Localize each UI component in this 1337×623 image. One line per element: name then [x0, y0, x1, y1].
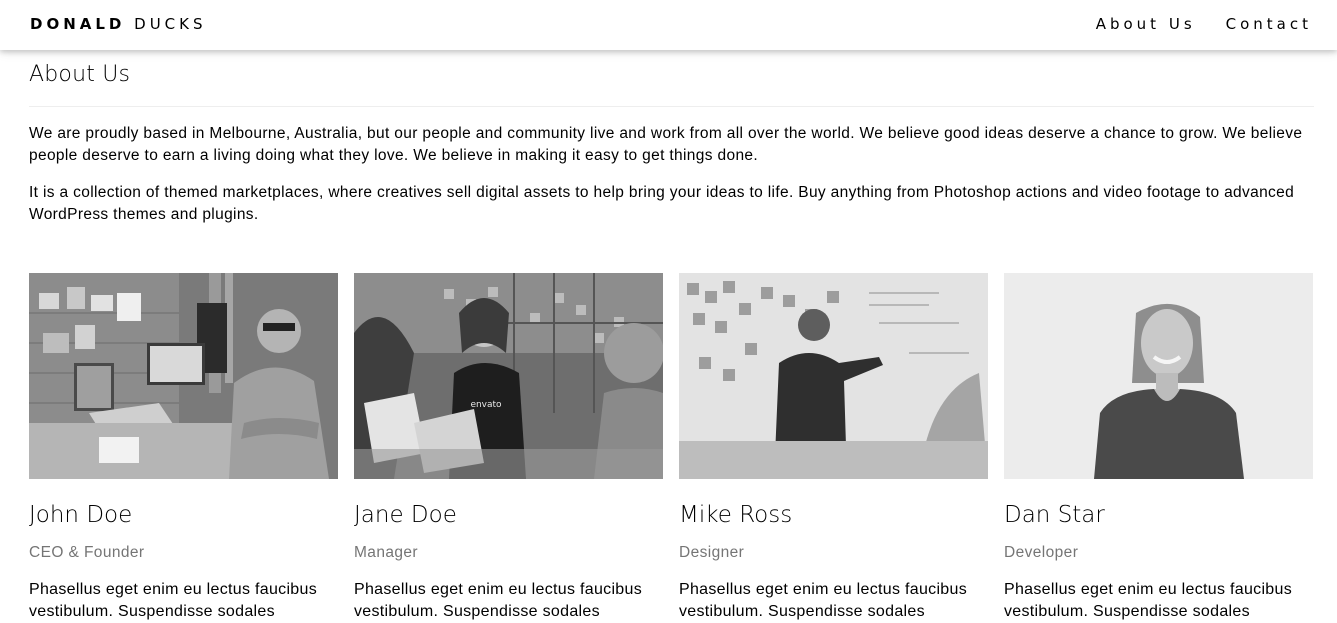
- nav-link-contact[interactable]: Contact: [1226, 15, 1312, 33]
- about-title: About Us: [29, 62, 131, 87]
- about-paragraph: We are proudly based in Melbourne, Austr…: [29, 125, 1303, 164]
- member-name: Jane Doe: [354, 502, 457, 528]
- member-name: Dan Star: [1004, 502, 1105, 528]
- member-role: CEO & Founder: [29, 544, 145, 561]
- team-card: John Doe CEO & Founder Phasellus eget en…: [29, 273, 338, 623]
- member-name: John Doe: [29, 502, 133, 528]
- team-grid: John Doe CEO & Founder Phasellus eget en…: [29, 273, 1313, 623]
- member-bio: Phasellus eget enim eu lectus faucibus v…: [354, 581, 643, 620]
- team-card: Dan Star Developer Phasellus eget enim e…: [1004, 273, 1313, 623]
- brand-bold-text: DONALD: [30, 15, 126, 33]
- nav-link-about-us[interactable]: About Us: [1096, 15, 1196, 33]
- brand-logo[interactable]: DONALD DUCKS: [30, 15, 207, 33]
- team-photo: [679, 273, 988, 479]
- team-card: envato Jane Doe Manager Phasellus eget e…: [354, 273, 663, 623]
- member-bio: Phasellus eget enim eu lectus faucibus v…: [1004, 581, 1293, 620]
- team-photo: [1004, 273, 1313, 479]
- brand-light-text: DUCKS: [134, 15, 207, 33]
- photo-logo: envato: [470, 400, 502, 410]
- about-paragraph: It is a collection of themed marketplace…: [29, 184, 1295, 223]
- member-name: Mike Ross: [679, 502, 793, 528]
- team-photo: [29, 273, 338, 479]
- section-divider: [29, 106, 1314, 107]
- top-navbar: DONALD DUCKS About Us Contact: [0, 0, 1337, 50]
- member-role: Developer: [1004, 544, 1079, 561]
- team-card: Mike Ross Designer Phasellus eget enim e…: [679, 273, 988, 623]
- team-photo: envato: [354, 273, 663, 479]
- member-bio: Phasellus eget enim eu lectus faucibus v…: [29, 581, 318, 620]
- about-section: About Us We are proudly based in Melbour…: [29, 50, 1314, 226]
- member-role: Designer: [679, 544, 745, 561]
- main-nav: About Us Contact: [1066, 15, 1312, 33]
- member-bio: Phasellus eget enim eu lectus faucibus v…: [679, 581, 968, 620]
- member-role: Manager: [354, 544, 418, 561]
